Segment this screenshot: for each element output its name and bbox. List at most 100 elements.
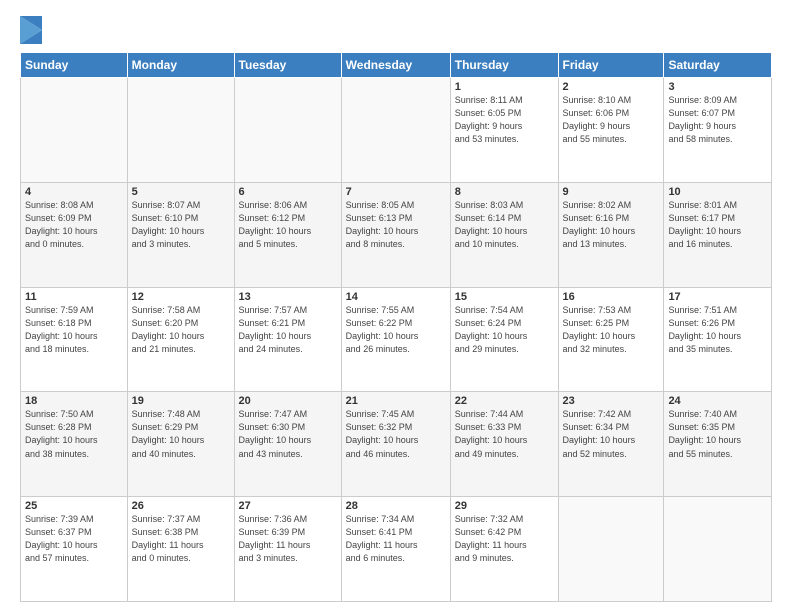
day-info: Sunrise: 7:44 AM Sunset: 6:33 PM Dayligh…	[455, 408, 554, 460]
day-info: Sunrise: 7:57 AM Sunset: 6:21 PM Dayligh…	[239, 304, 337, 356]
calendar-cell: 1Sunrise: 8:11 AM Sunset: 6:05 PM Daylig…	[450, 78, 558, 183]
calendar-cell	[341, 78, 450, 183]
day-number: 12	[132, 291, 230, 303]
day-header-monday: Monday	[127, 53, 234, 78]
calendar-cell: 7Sunrise: 8:05 AM Sunset: 6:13 PM Daylig…	[341, 182, 450, 287]
day-number: 22	[455, 395, 554, 407]
day-header-friday: Friday	[558, 53, 664, 78]
day-info: Sunrise: 7:40 AM Sunset: 6:35 PM Dayligh…	[668, 408, 767, 460]
day-header-sunday: Sunday	[21, 53, 128, 78]
day-number: 21	[346, 395, 446, 407]
calendar-cell	[127, 78, 234, 183]
day-info: Sunrise: 8:11 AM Sunset: 6:05 PM Dayligh…	[455, 94, 554, 146]
day-number: 26	[132, 500, 230, 512]
calendar-cell: 18Sunrise: 7:50 AM Sunset: 6:28 PM Dayli…	[21, 392, 128, 497]
header	[20, 16, 772, 44]
day-number: 7	[346, 186, 446, 198]
calendar-week-row: 25Sunrise: 7:39 AM Sunset: 6:37 PM Dayli…	[21, 497, 772, 602]
day-number: 17	[668, 291, 767, 303]
calendar-cell: 20Sunrise: 7:47 AM Sunset: 6:30 PM Dayli…	[234, 392, 341, 497]
day-header-saturday: Saturday	[664, 53, 772, 78]
calendar-table: SundayMondayTuesdayWednesdayThursdayFrid…	[20, 52, 772, 602]
day-number: 18	[25, 395, 123, 407]
day-number: 3	[668, 81, 767, 93]
day-number: 20	[239, 395, 337, 407]
calendar-cell: 12Sunrise: 7:58 AM Sunset: 6:20 PM Dayli…	[127, 287, 234, 392]
calendar-cell: 29Sunrise: 7:32 AM Sunset: 6:42 PM Dayli…	[450, 497, 558, 602]
calendar-cell: 13Sunrise: 7:57 AM Sunset: 6:21 PM Dayli…	[234, 287, 341, 392]
calendar-cell: 8Sunrise: 8:03 AM Sunset: 6:14 PM Daylig…	[450, 182, 558, 287]
day-info: Sunrise: 8:05 AM Sunset: 6:13 PM Dayligh…	[346, 199, 446, 251]
calendar-cell: 25Sunrise: 7:39 AM Sunset: 6:37 PM Dayli…	[21, 497, 128, 602]
day-info: Sunrise: 8:09 AM Sunset: 6:07 PM Dayligh…	[668, 94, 767, 146]
calendar-week-row: 4Sunrise: 8:08 AM Sunset: 6:09 PM Daylig…	[21, 182, 772, 287]
day-number: 13	[239, 291, 337, 303]
calendar-cell	[558, 497, 664, 602]
logo-icon	[20, 16, 42, 44]
calendar-cell: 10Sunrise: 8:01 AM Sunset: 6:17 PM Dayli…	[664, 182, 772, 287]
day-info: Sunrise: 8:01 AM Sunset: 6:17 PM Dayligh…	[668, 199, 767, 251]
day-number: 11	[25, 291, 123, 303]
calendar-cell	[234, 78, 341, 183]
calendar-cell: 21Sunrise: 7:45 AM Sunset: 6:32 PM Dayli…	[341, 392, 450, 497]
calendar-cell: 26Sunrise: 7:37 AM Sunset: 6:38 PM Dayli…	[127, 497, 234, 602]
logo	[20, 16, 44, 44]
day-number: 4	[25, 186, 123, 198]
day-number: 15	[455, 291, 554, 303]
day-number: 19	[132, 395, 230, 407]
day-number: 2	[563, 81, 660, 93]
day-number: 10	[668, 186, 767, 198]
calendar-cell: 15Sunrise: 7:54 AM Sunset: 6:24 PM Dayli…	[450, 287, 558, 392]
day-info: Sunrise: 7:50 AM Sunset: 6:28 PM Dayligh…	[25, 408, 123, 460]
day-info: Sunrise: 8:10 AM Sunset: 6:06 PM Dayligh…	[563, 94, 660, 146]
calendar-cell: 9Sunrise: 8:02 AM Sunset: 6:16 PM Daylig…	[558, 182, 664, 287]
day-header-tuesday: Tuesday	[234, 53, 341, 78]
day-info: Sunrise: 7:48 AM Sunset: 6:29 PM Dayligh…	[132, 408, 230, 460]
calendar-week-row: 18Sunrise: 7:50 AM Sunset: 6:28 PM Dayli…	[21, 392, 772, 497]
calendar-cell: 28Sunrise: 7:34 AM Sunset: 6:41 PM Dayli…	[341, 497, 450, 602]
calendar-cell: 17Sunrise: 7:51 AM Sunset: 6:26 PM Dayli…	[664, 287, 772, 392]
day-info: Sunrise: 7:37 AM Sunset: 6:38 PM Dayligh…	[132, 513, 230, 565]
day-info: Sunrise: 7:32 AM Sunset: 6:42 PM Dayligh…	[455, 513, 554, 565]
day-number: 28	[346, 500, 446, 512]
calendar-week-row: 11Sunrise: 7:59 AM Sunset: 6:18 PM Dayli…	[21, 287, 772, 392]
day-number: 6	[239, 186, 337, 198]
day-info: Sunrise: 7:54 AM Sunset: 6:24 PM Dayligh…	[455, 304, 554, 356]
day-number: 23	[563, 395, 660, 407]
calendar-week-row: 1Sunrise: 8:11 AM Sunset: 6:05 PM Daylig…	[21, 78, 772, 183]
calendar-cell: 22Sunrise: 7:44 AM Sunset: 6:33 PM Dayli…	[450, 392, 558, 497]
day-info: Sunrise: 7:36 AM Sunset: 6:39 PM Dayligh…	[239, 513, 337, 565]
day-info: Sunrise: 8:06 AM Sunset: 6:12 PM Dayligh…	[239, 199, 337, 251]
calendar-cell	[664, 497, 772, 602]
day-info: Sunrise: 8:02 AM Sunset: 6:16 PM Dayligh…	[563, 199, 660, 251]
day-header-wednesday: Wednesday	[341, 53, 450, 78]
day-info: Sunrise: 7:59 AM Sunset: 6:18 PM Dayligh…	[25, 304, 123, 356]
day-info: Sunrise: 7:53 AM Sunset: 6:25 PM Dayligh…	[563, 304, 660, 356]
calendar-cell: 19Sunrise: 7:48 AM Sunset: 6:29 PM Dayli…	[127, 392, 234, 497]
day-number: 25	[25, 500, 123, 512]
day-number: 1	[455, 81, 554, 93]
day-info: Sunrise: 8:03 AM Sunset: 6:14 PM Dayligh…	[455, 199, 554, 251]
day-info: Sunrise: 7:47 AM Sunset: 6:30 PM Dayligh…	[239, 408, 337, 460]
day-info: Sunrise: 7:45 AM Sunset: 6:32 PM Dayligh…	[346, 408, 446, 460]
day-info: Sunrise: 7:42 AM Sunset: 6:34 PM Dayligh…	[563, 408, 660, 460]
calendar-cell: 16Sunrise: 7:53 AM Sunset: 6:25 PM Dayli…	[558, 287, 664, 392]
day-number: 24	[668, 395, 767, 407]
calendar-cell: 11Sunrise: 7:59 AM Sunset: 6:18 PM Dayli…	[21, 287, 128, 392]
day-info: Sunrise: 7:39 AM Sunset: 6:37 PM Dayligh…	[25, 513, 123, 565]
day-number: 5	[132, 186, 230, 198]
day-info: Sunrise: 7:55 AM Sunset: 6:22 PM Dayligh…	[346, 304, 446, 356]
day-number: 16	[563, 291, 660, 303]
day-number: 9	[563, 186, 660, 198]
day-info: Sunrise: 7:51 AM Sunset: 6:26 PM Dayligh…	[668, 304, 767, 356]
calendar-cell: 23Sunrise: 7:42 AM Sunset: 6:34 PM Dayli…	[558, 392, 664, 497]
day-number: 8	[455, 186, 554, 198]
day-number: 27	[239, 500, 337, 512]
page: SundayMondayTuesdayWednesdayThursdayFrid…	[0, 0, 792, 612]
calendar-cell: 2Sunrise: 8:10 AM Sunset: 6:06 PM Daylig…	[558, 78, 664, 183]
calendar-cell	[21, 78, 128, 183]
calendar-cell: 14Sunrise: 7:55 AM Sunset: 6:22 PM Dayli…	[341, 287, 450, 392]
day-info: Sunrise: 8:08 AM Sunset: 6:09 PM Dayligh…	[25, 199, 123, 251]
day-number: 29	[455, 500, 554, 512]
day-number: 14	[346, 291, 446, 303]
